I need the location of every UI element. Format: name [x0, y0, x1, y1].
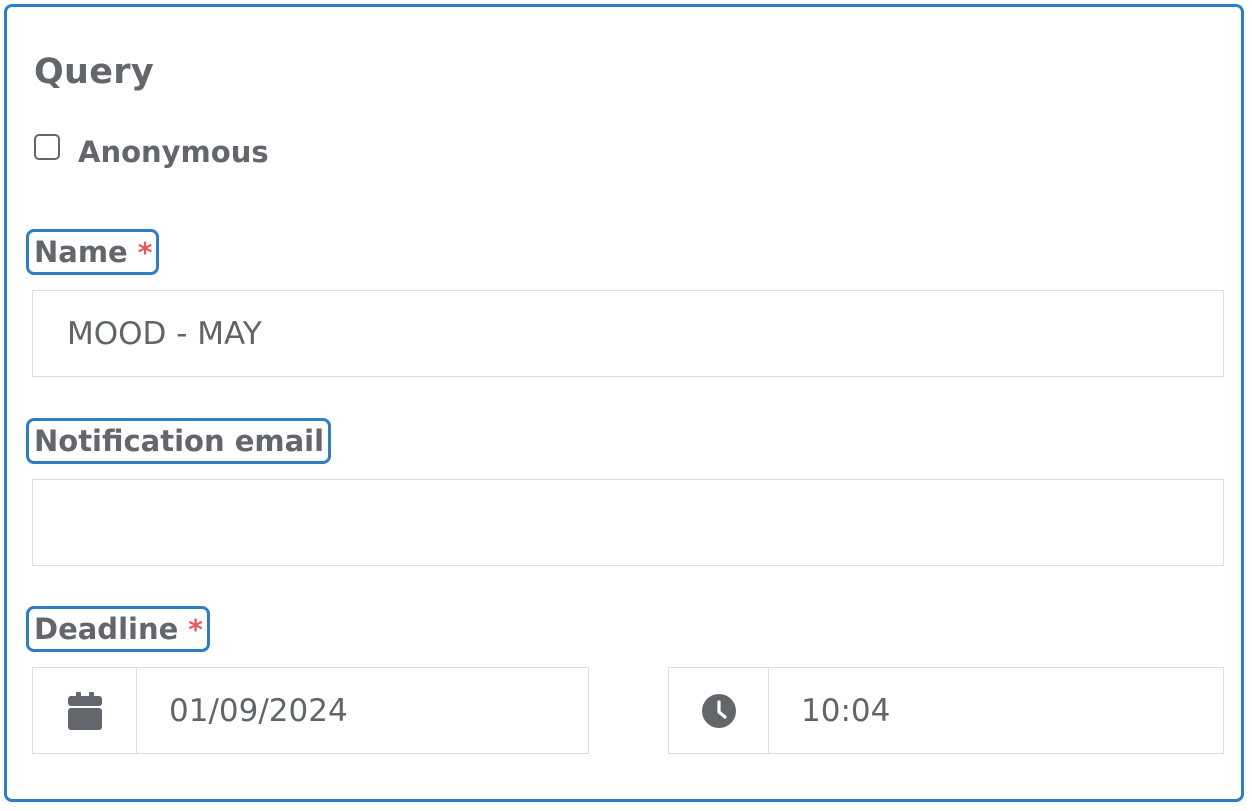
deadline-date-picker[interactable]: 01/09/2024: [32, 667, 589, 754]
anonymous-label[interactable]: Anonymous: [78, 135, 269, 169]
deadline-date-input[interactable]: 01/09/2024: [137, 668, 348, 753]
form-title: Query: [34, 52, 154, 92]
deadline-time-input[interactable]: 10:04: [769, 668, 890, 753]
date-addon[interactable]: [33, 668, 137, 753]
deadline-time-picker[interactable]: 10:04: [668, 667, 1224, 754]
name-required-mark: *: [137, 235, 153, 269]
deadline-label: Deadline *: [26, 606, 210, 652]
anonymous-checkbox[interactable]: [34, 134, 60, 160]
calendar-icon: [67, 691, 102, 730]
clock-icon: [701, 693, 736, 728]
deadline-label-text: Deadline: [34, 612, 179, 646]
deadline-required-mark: *: [188, 612, 203, 646]
time-addon[interactable]: [669, 668, 769, 753]
name-label: Name *: [26, 229, 160, 275]
anonymous-checkbox-row[interactable]: Anonymous: [34, 132, 269, 172]
notification-email-label: Notification email: [26, 418, 332, 464]
notification-email-input[interactable]: [32, 479, 1224, 566]
name-input[interactable]: MOOD - MAY: [32, 290, 1224, 377]
notification-email-label-text: Notification email: [34, 424, 325, 458]
name-label-text: Name: [34, 235, 128, 269]
